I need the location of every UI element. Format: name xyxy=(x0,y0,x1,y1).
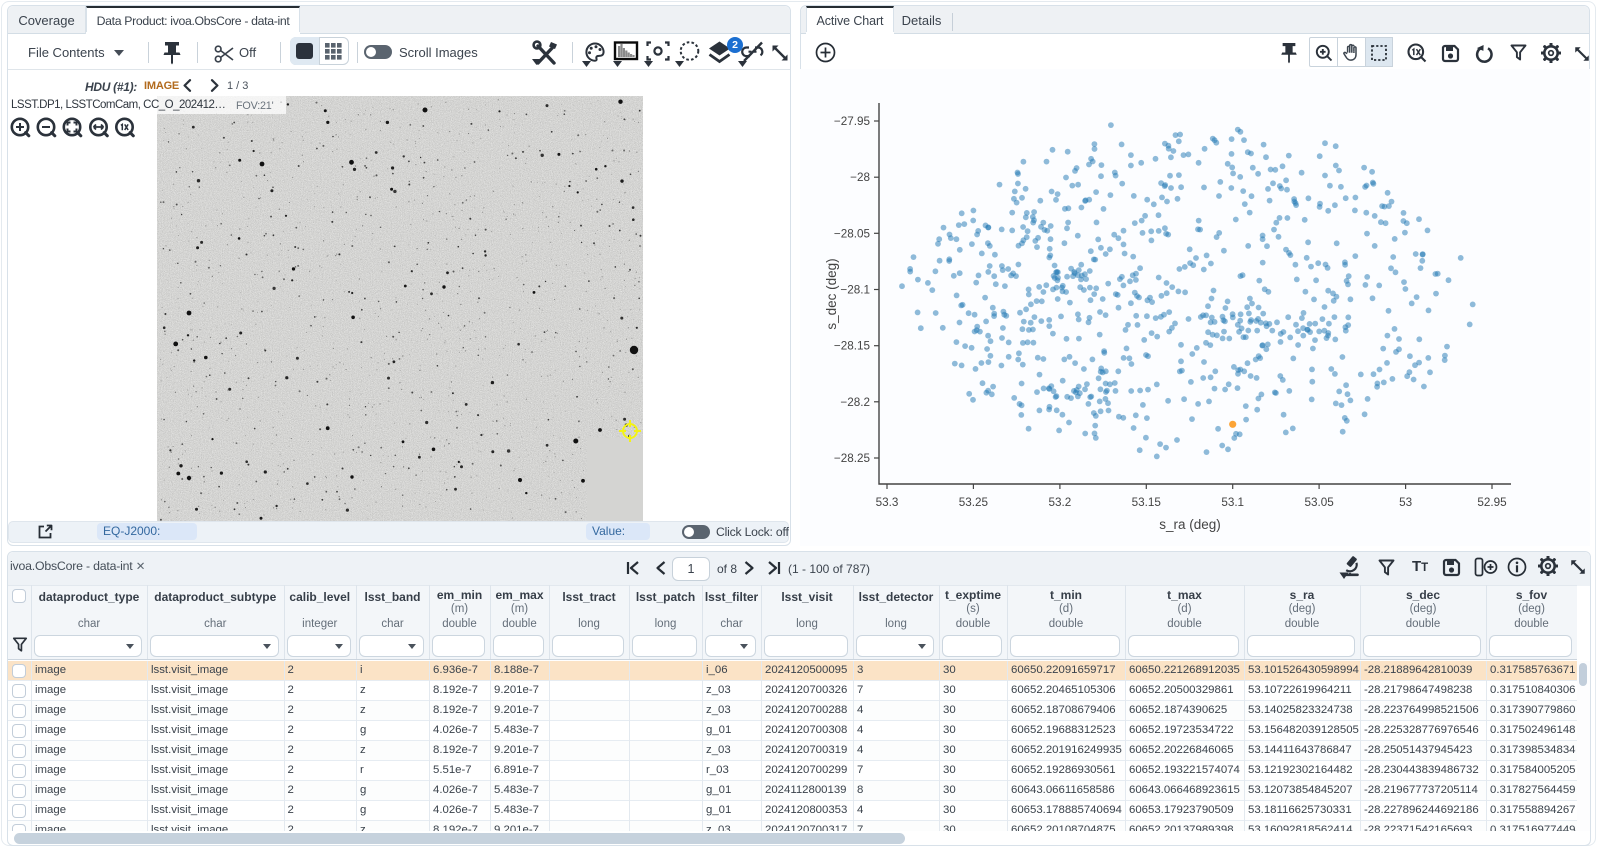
svg-text:−28.15: −28.15 xyxy=(834,340,871,353)
svg-text:−28.05: −28.05 xyxy=(834,227,871,240)
svg-text:53: 53 xyxy=(1399,496,1412,509)
svg-text:−28.2: −28.2 xyxy=(840,396,870,409)
svg-text:−28.25: −28.25 xyxy=(834,452,871,465)
svg-text:−28: −28 xyxy=(850,171,870,184)
svg-text:53.2: 53.2 xyxy=(1049,496,1072,509)
svg-text:53.1: 53.1 xyxy=(1221,496,1244,509)
svg-text:53.15: 53.15 xyxy=(1132,496,1162,509)
svg-text:−27.95: −27.95 xyxy=(834,115,871,128)
svg-text:−28.1: −28.1 xyxy=(840,284,870,297)
svg-text:s_ra (deg): s_ra (deg) xyxy=(1159,517,1221,532)
svg-text:s_dec (deg): s_dec (deg) xyxy=(824,258,839,329)
svg-text:53.05: 53.05 xyxy=(1304,496,1334,509)
svg-text:53.25: 53.25 xyxy=(959,496,989,509)
svg-text:53.3: 53.3 xyxy=(876,496,899,509)
svg-text:52.95: 52.95 xyxy=(1477,496,1507,509)
